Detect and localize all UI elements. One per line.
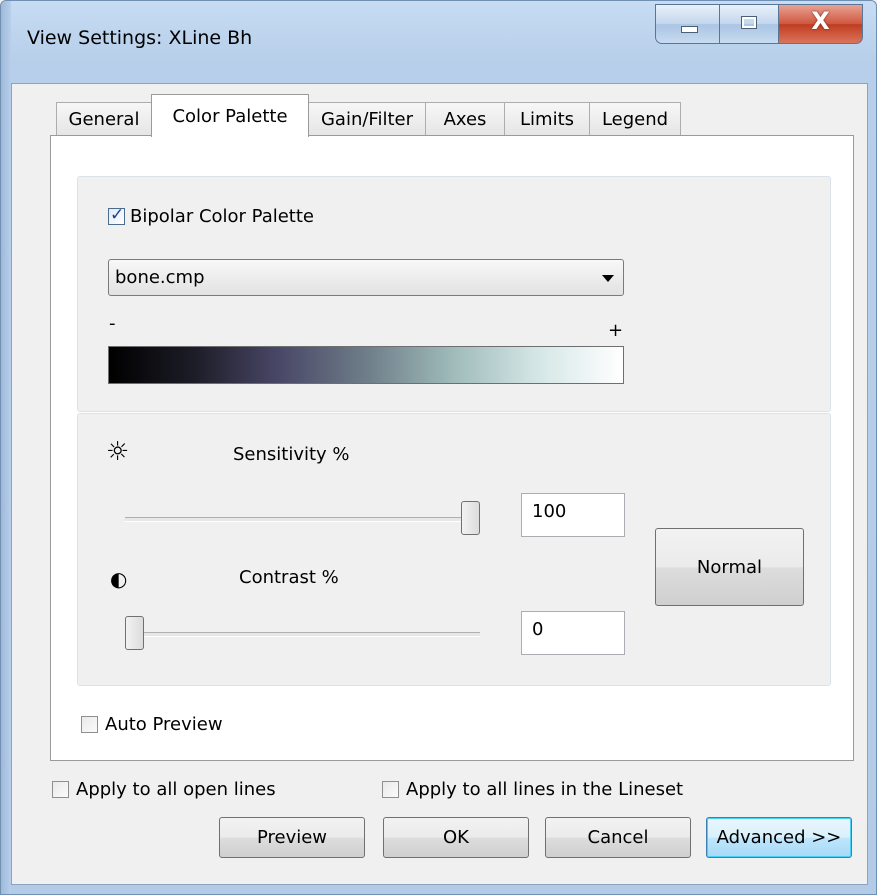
- sensitivity-label: Sensitivity %: [233, 444, 350, 465]
- maximize-button[interactable]: [720, 4, 779, 44]
- advanced-button-label: Advanced >>: [716, 827, 842, 848]
- contrast-slider-track[interactable]: [125, 632, 480, 637]
- advanced-button[interactable]: Advanced >>: [706, 817, 852, 858]
- apply-all-open-checkbox[interactable]: [52, 781, 69, 798]
- minimize-icon: [681, 26, 698, 33]
- preview-button[interactable]: Preview: [219, 817, 365, 858]
- normal-button[interactable]: Normal: [655, 528, 804, 606]
- preview-button-label: Preview: [256, 827, 328, 848]
- tab-general[interactable]: General: [56, 102, 152, 136]
- contrast-icon: ◐: [110, 567, 128, 591]
- sensitivity-contrast-group: ☼ Sensitivity % 100 ◐ Contrast % 0 Norma…: [77, 413, 831, 686]
- tab-legend[interactable]: Legend: [589, 102, 681, 136]
- auto-preview-checkbox[interactable]: [81, 716, 98, 733]
- palette-preview-bar: [108, 346, 624, 384]
- apply-all-open-label: Apply to all open lines: [76, 779, 276, 800]
- minimize-button[interactable]: [655, 4, 720, 44]
- palette-file-dropdown[interactable]: bone.cmp: [108, 259, 624, 296]
- dialog-client-area: General Color Palette Gain/Filter Axes L…: [11, 83, 868, 885]
- checkmark-icon: ✓: [110, 205, 125, 225]
- palette-plus-label: +: [608, 320, 624, 341]
- ok-button-label: OK: [443, 827, 469, 848]
- palette-minus-label: -: [109, 313, 116, 334]
- bipolar-checkbox[interactable]: ✓: [108, 205, 125, 225]
- contrast-label: Contrast %: [239, 567, 339, 588]
- close-icon: X: [811, 7, 830, 35]
- contrast-input[interactable]: 0: [521, 611, 625, 655]
- sensitivity-value: 100: [532, 501, 567, 522]
- contrast-slider-thumb[interactable]: [125, 616, 144, 650]
- normal-button-label: Normal: [696, 556, 763, 578]
- maximize-icon: [741, 16, 757, 29]
- tab-gain-filter[interactable]: Gain/Filter: [308, 102, 426, 136]
- sensitivity-input[interactable]: 100: [521, 493, 625, 537]
- chevron-down-icon: [602, 275, 614, 282]
- contrast-value: 0: [532, 619, 544, 640]
- brightness-icon: ☼: [106, 437, 130, 467]
- sensitivity-slider-thumb[interactable]: [461, 501, 480, 535]
- close-button[interactable]: X: [779, 4, 863, 44]
- cancel-button-label: Cancel: [587, 827, 649, 848]
- window-frame-edge: [1, 1, 11, 894]
- palette-group: ✓ Bipolar Color Palette bone.cmp - +: [77, 176, 831, 412]
- sensitivity-slider-track[interactable]: [125, 517, 480, 522]
- cancel-button[interactable]: Cancel: [545, 817, 691, 858]
- apply-lineset-checkbox[interactable]: [382, 781, 399, 798]
- tab-label: Legend: [601, 109, 669, 130]
- auto-preview-label: Auto Preview: [105, 714, 223, 735]
- tab-label: Color Palette: [172, 105, 288, 127]
- tab-limits[interactable]: Limits: [504, 102, 590, 136]
- tab-axes[interactable]: Axes: [425, 102, 505, 136]
- tab-panel-color-palette: ✓ Bipolar Color Palette bone.cmp - + ☼ S…: [50, 135, 854, 761]
- dropdown-value: bone.cmp: [115, 267, 205, 288]
- bipolar-label: Bipolar Color Palette: [130, 206, 314, 227]
- tab-color-palette[interactable]: Color Palette: [151, 94, 309, 137]
- ok-button[interactable]: OK: [383, 817, 529, 858]
- window-title: View Settings: XLine Bh: [27, 27, 253, 49]
- tab-label: Gain/Filter: [320, 109, 414, 130]
- tab-label: General: [68, 109, 140, 130]
- caption-buttons: X: [655, 4, 863, 44]
- title-bar[interactable]: View Settings: XLine Bh X: [1, 1, 876, 83]
- tab-label: Limits: [520, 109, 574, 130]
- dialog-window: View Settings: XLine Bh X General Color …: [0, 0, 877, 895]
- tab-label: Axes: [443, 109, 487, 130]
- apply-lineset-label: Apply to all lines in the Lineset: [406, 779, 684, 800]
